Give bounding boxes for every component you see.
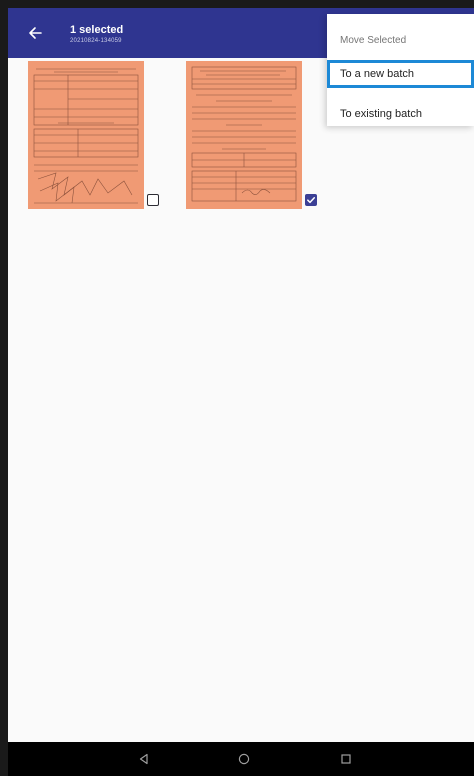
menu-title: Move Selected: [340, 35, 407, 46]
batch-name-subtitle: 20210824-134059: [70, 38, 122, 44]
menu-item-label: To a new batch: [340, 68, 414, 80]
device-frame: 1 selected 20210824-134059 Move Selected…: [0, 0, 474, 776]
document-thumbnail-2[interactable]: [186, 61, 302, 209]
back-button[interactable]: [22, 20, 48, 46]
triangle-back-icon: [139, 753, 148, 765]
square-recents-icon: [341, 754, 351, 764]
document-image-1: [28, 61, 144, 209]
document-image-2: [186, 61, 302, 209]
checkmark-icon: [307, 197, 316, 204]
system-navigation-bar: [8, 742, 474, 776]
nav-recents-button[interactable]: [338, 751, 354, 767]
circle-home-icon: [238, 753, 250, 765]
select-checkbox-1[interactable]: [147, 194, 159, 206]
nav-back-button[interactable]: [136, 751, 152, 767]
menu-item-to-new-batch[interactable]: To a new batch: [327, 60, 474, 88]
selection-count-title: 1 selected: [70, 24, 124, 36]
menu-item-to-existing-batch[interactable]: To existing batch: [327, 100, 474, 128]
document-thumbnail-1[interactable]: [28, 61, 144, 209]
arrow-left-icon: [29, 27, 42, 39]
nav-home-button[interactable]: [236, 751, 252, 767]
select-checkbox-2[interactable]: [305, 194, 317, 206]
menu-item-label: To existing batch: [340, 108, 422, 120]
move-selected-menu: Move Selected To a new batch To existing…: [327, 14, 474, 126]
app-screen: 1 selected 20210824-134059 Move Selected…: [8, 8, 474, 776]
